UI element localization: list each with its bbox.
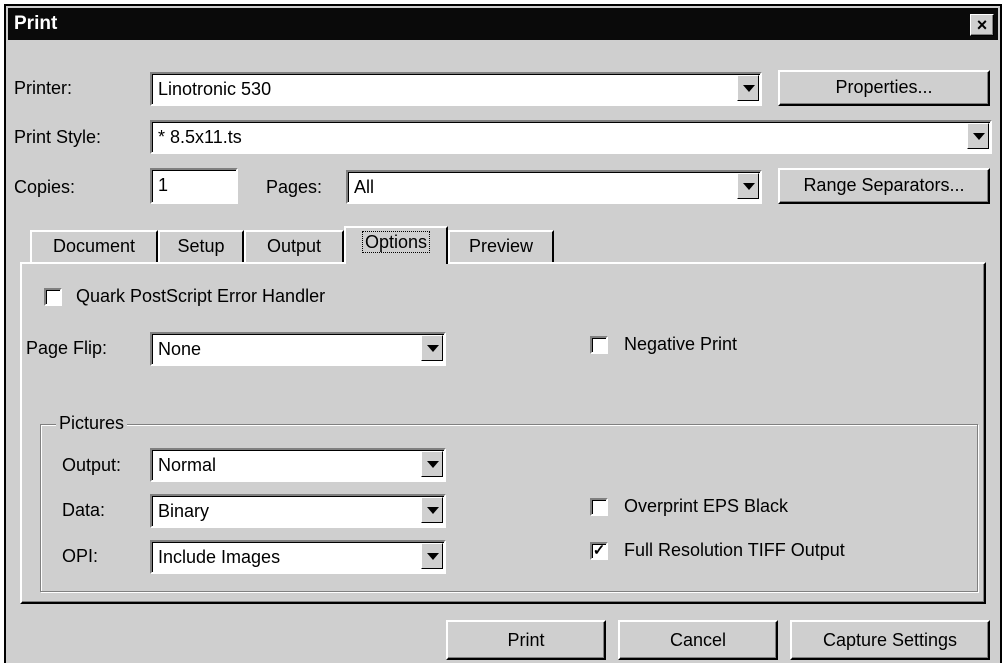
close-icon: × — [976, 15, 988, 35]
tab-options[interactable]: Options — [344, 226, 448, 264]
negative-print-checkbox[interactable] — [590, 336, 608, 354]
page-flip-label: Page Flip: — [26, 338, 108, 358]
chevron-down-icon[interactable] — [421, 497, 443, 523]
error-handler-label: Quark PostScript Error Handler — [76, 286, 326, 306]
tab-document[interactable]: Document — [30, 230, 158, 262]
pages-select[interactable]: All — [346, 170, 762, 204]
data-value: Binary — [158, 501, 210, 521]
print-style-label: Print Style: — [14, 127, 102, 147]
negative-print-label: Negative Print — [624, 334, 738, 354]
opi-select[interactable]: Include Images — [150, 540, 446, 574]
output-label: Output: — [62, 455, 122, 475]
output-select[interactable]: Normal — [150, 448, 446, 482]
pictures-group-title: Pictures — [56, 413, 128, 434]
tab-output[interactable]: Output — [244, 230, 344, 262]
cancel-button[interactable]: Cancel — [618, 620, 778, 660]
print-style-select[interactable]: * 8.5x11.ts — [150, 120, 992, 154]
chevron-down-icon[interactable] — [737, 75, 759, 101]
title-bar: Print × — [8, 8, 998, 40]
print-style-value: * 8.5x11.ts — [158, 127, 242, 147]
full-res-tiff-label: Full Resolution TIFF Output — [624, 540, 845, 560]
page-flip-select[interactable]: None — [150, 332, 446, 366]
overprint-eps-black-label: Overprint EPS Black — [624, 496, 789, 516]
data-select[interactable]: Binary — [150, 494, 446, 528]
capture-settings-button[interactable]: Capture Settings — [790, 620, 990, 660]
printer-value: Linotronic 530 — [158, 79, 272, 99]
output-value: Normal — [158, 455, 217, 475]
close-button[interactable]: × — [970, 14, 994, 36]
chevron-down-icon[interactable] — [737, 173, 759, 199]
chevron-down-icon[interactable] — [421, 335, 443, 361]
tab-preview[interactable]: Preview — [448, 230, 554, 262]
full-res-tiff-checkbox[interactable]: ✓ — [590, 542, 608, 560]
pages-label: Pages: — [266, 177, 323, 197]
printer-select[interactable]: Linotronic 530 — [150, 72, 762, 106]
chevron-down-icon[interactable] — [967, 123, 989, 149]
checkmark-icon: ✓ — [592, 542, 606, 559]
error-handler-checkbox[interactable] — [44, 288, 62, 306]
window-title: Print — [14, 13, 58, 34]
printer-label: Printer: — [14, 78, 73, 98]
page-flip-value: None — [158, 339, 202, 359]
copies-field[interactable]: 1 — [150, 168, 238, 204]
opi-value: Include Images — [158, 547, 281, 567]
opi-label: OPI: — [62, 546, 99, 566]
range-separators-button[interactable]: Range Separators... — [778, 168, 990, 204]
pages-value: All — [354, 177, 375, 197]
copies-label: Copies: — [14, 177, 76, 197]
overprint-eps-black-checkbox[interactable] — [590, 498, 608, 516]
chevron-down-icon[interactable] — [421, 543, 443, 569]
chevron-down-icon[interactable] — [421, 451, 443, 477]
print-button[interactable]: Print — [446, 620, 606, 660]
data-label: Data: — [62, 500, 106, 520]
tab-setup[interactable]: Setup — [158, 230, 244, 262]
properties-button[interactable]: Properties... — [778, 70, 990, 106]
